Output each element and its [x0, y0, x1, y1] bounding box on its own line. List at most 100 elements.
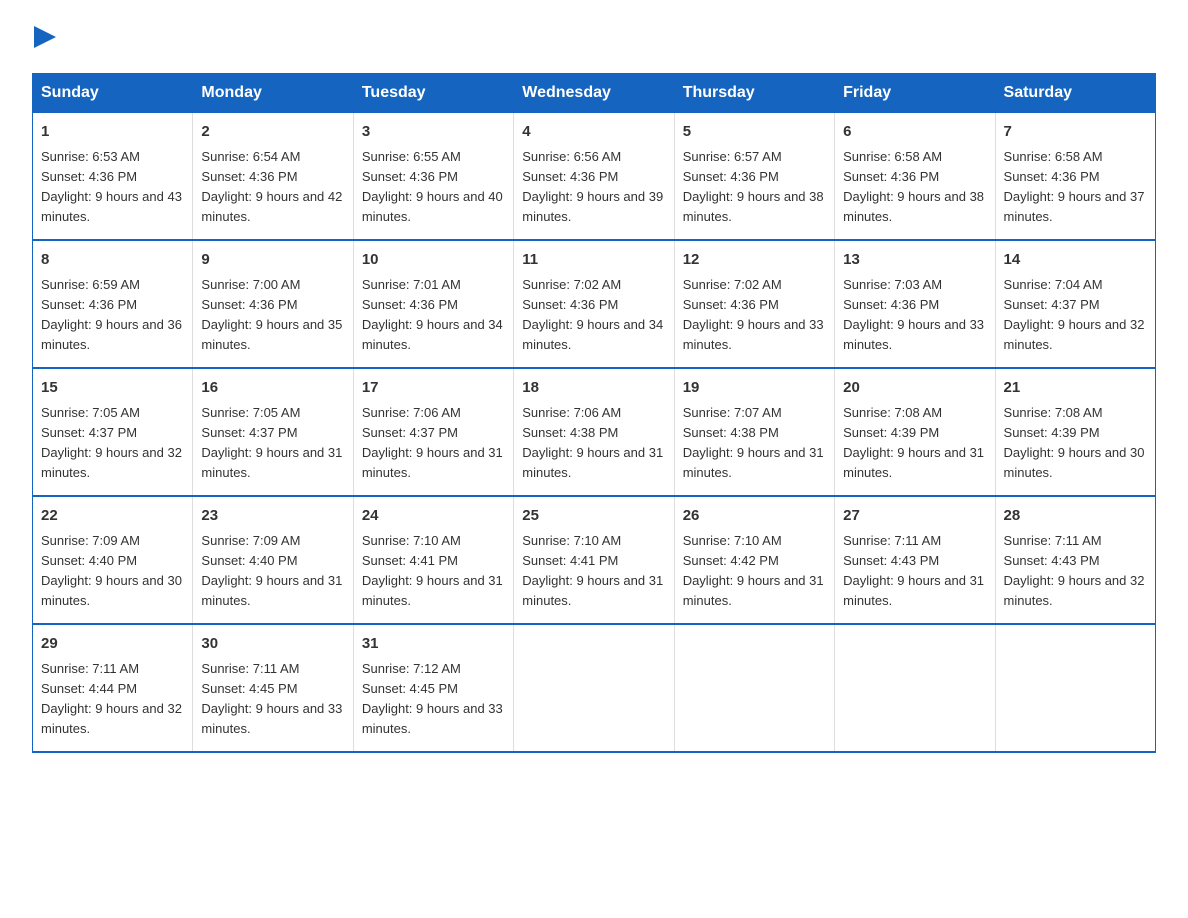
table-row: 30 Sunrise: 7:11 AMSunset: 4:45 PMDayligh… [193, 624, 353, 752]
table-row: 2 Sunrise: 6:54 AMSunset: 4:36 PMDaylight… [193, 113, 353, 241]
day-number: 24 [362, 505, 505, 528]
cell-detail: Sunrise: 7:05 AMSunset: 4:37 PMDaylight:… [41, 405, 182, 480]
table-row: 7 Sunrise: 6:58 AMSunset: 4:36 PMDaylight… [995, 113, 1155, 241]
col-tuesday: Tuesday [353, 74, 513, 113]
cell-detail: Sunrise: 7:06 AMSunset: 4:37 PMDaylight:… [362, 405, 503, 480]
day-number: 14 [1004, 249, 1147, 272]
day-number: 10 [362, 249, 505, 272]
day-number: 3 [362, 121, 505, 144]
cell-detail: Sunrise: 7:08 AMSunset: 4:39 PMDaylight:… [843, 405, 984, 480]
logo-arrow-icon [34, 24, 56, 50]
cell-detail: Sunrise: 7:11 AMSunset: 4:43 PMDaylight:… [843, 533, 984, 608]
table-row: 10 Sunrise: 7:01 AMSunset: 4:36 PMDayligh… [353, 240, 513, 368]
calendar-week-row: 15 Sunrise: 7:05 AMSunset: 4:37 PMDayligh… [33, 368, 1156, 496]
col-saturday: Saturday [995, 74, 1155, 113]
calendar-table: Sunday Monday Tuesday Wednesday Thursday… [32, 73, 1156, 753]
table-row: 19 Sunrise: 7:07 AMSunset: 4:38 PMDayligh… [674, 368, 834, 496]
table-row: 12 Sunrise: 7:02 AMSunset: 4:36 PMDayligh… [674, 240, 834, 368]
table-row [995, 624, 1155, 752]
day-number: 31 [362, 633, 505, 656]
table-row: 14 Sunrise: 7:04 AMSunset: 4:37 PMDayligh… [995, 240, 1155, 368]
cell-detail: Sunrise: 6:55 AMSunset: 4:36 PMDaylight:… [362, 149, 503, 224]
cell-detail: Sunrise: 7:12 AMSunset: 4:45 PMDaylight:… [362, 661, 503, 736]
table-row: 17 Sunrise: 7:06 AMSunset: 4:37 PMDayligh… [353, 368, 513, 496]
day-number: 25 [522, 505, 665, 528]
cell-detail: Sunrise: 7:11 AMSunset: 4:44 PMDaylight:… [41, 661, 182, 736]
table-row: 11 Sunrise: 7:02 AMSunset: 4:36 PMDayligh… [514, 240, 674, 368]
col-monday: Monday [193, 74, 353, 113]
cell-detail: Sunrise: 6:58 AMSunset: 4:36 PMDaylight:… [1004, 149, 1145, 224]
cell-detail: Sunrise: 6:54 AMSunset: 4:36 PMDaylight:… [201, 149, 342, 224]
day-number: 19 [683, 377, 826, 400]
cell-detail: Sunrise: 7:05 AMSunset: 4:37 PMDaylight:… [201, 405, 342, 480]
day-number: 15 [41, 377, 184, 400]
day-number: 5 [683, 121, 826, 144]
cell-detail: Sunrise: 7:07 AMSunset: 4:38 PMDaylight:… [683, 405, 824, 480]
cell-detail: Sunrise: 7:11 AMSunset: 4:43 PMDaylight:… [1004, 533, 1145, 608]
calendar-week-row: 22 Sunrise: 7:09 AMSunset: 4:40 PMDayligh… [33, 496, 1156, 624]
table-row [835, 624, 995, 752]
table-row: 4 Sunrise: 6:56 AMSunset: 4:36 PMDaylight… [514, 113, 674, 241]
table-row: 1 Sunrise: 6:53 AMSunset: 4:36 PMDaylight… [33, 113, 193, 241]
cell-detail: Sunrise: 6:59 AMSunset: 4:36 PMDaylight:… [41, 277, 182, 352]
calendar-week-row: 8Sunrise: 6:59 AMSunset: 4:36 PMDaylight… [33, 240, 1156, 368]
calendar-week-row: 1 Sunrise: 6:53 AMSunset: 4:36 PMDaylight… [33, 113, 1156, 241]
cell-detail: Sunrise: 7:11 AMSunset: 4:45 PMDaylight:… [201, 661, 342, 736]
day-number: 6 [843, 121, 986, 144]
cell-detail: Sunrise: 7:10 AMSunset: 4:41 PMDaylight:… [362, 533, 503, 608]
table-row: 22 Sunrise: 7:09 AMSunset: 4:40 PMDayligh… [33, 496, 193, 624]
table-row: 31 Sunrise: 7:12 AMSunset: 4:45 PMDayligh… [353, 624, 513, 752]
col-wednesday: Wednesday [514, 74, 674, 113]
cell-detail: Sunrise: 7:02 AMSunset: 4:36 PMDaylight:… [683, 277, 824, 352]
calendar-header-row: Sunday Monday Tuesday Wednesday Thursday… [33, 74, 1156, 113]
day-number: 23 [201, 505, 344, 528]
day-number: 2 [201, 121, 344, 144]
day-number: 26 [683, 505, 826, 528]
table-row: 13 Sunrise: 7:03 AMSunset: 4:36 PMDayligh… [835, 240, 995, 368]
table-row: 28 Sunrise: 7:11 AMSunset: 4:43 PMDayligh… [995, 496, 1155, 624]
table-row: 25Sunrise: 7:10 AMSunset: 4:41 PMDayligh… [514, 496, 674, 624]
logo [32, 24, 56, 55]
table-row: 23Sunrise: 7:09 AMSunset: 4:40 PMDayligh… [193, 496, 353, 624]
calendar-week-row: 29 Sunrise: 7:11 AMSunset: 4:44 PMDayligh… [33, 624, 1156, 752]
cell-detail: Sunrise: 7:02 AMSunset: 4:36 PMDaylight:… [522, 277, 663, 352]
cell-detail: Sunrise: 7:03 AMSunset: 4:36 PMDaylight:… [843, 277, 984, 352]
day-number: 28 [1004, 505, 1147, 528]
day-number: 13 [843, 249, 986, 272]
table-row: 3 Sunrise: 6:55 AMSunset: 4:36 PMDaylight… [353, 113, 513, 241]
day-number: 11 [522, 249, 665, 272]
cell-detail: Sunrise: 7:01 AMSunset: 4:36 PMDaylight:… [362, 277, 503, 352]
table-row: 26Sunrise: 7:10 AMSunset: 4:42 PMDayligh… [674, 496, 834, 624]
day-number: 1 [41, 121, 184, 144]
day-number: 20 [843, 377, 986, 400]
day-number: 29 [41, 633, 184, 656]
table-row: 15 Sunrise: 7:05 AMSunset: 4:37 PMDayligh… [33, 368, 193, 496]
cell-detail: Sunrise: 7:09 AMSunset: 4:40 PMDaylight:… [41, 533, 182, 608]
day-number: 21 [1004, 377, 1147, 400]
day-number: 7 [1004, 121, 1147, 144]
cell-detail: Sunrise: 6:53 AMSunset: 4:36 PMDaylight:… [41, 149, 182, 224]
table-row: 18Sunrise: 7:06 AMSunset: 4:38 PMDayligh… [514, 368, 674, 496]
table-row: 24 Sunrise: 7:10 AMSunset: 4:41 PMDayligh… [353, 496, 513, 624]
cell-detail: Sunrise: 7:00 AMSunset: 4:36 PMDaylight:… [201, 277, 342, 352]
cell-detail: Sunrise: 6:58 AMSunset: 4:36 PMDaylight:… [843, 149, 984, 224]
table-row: 9 Sunrise: 7:00 AMSunset: 4:36 PMDaylight… [193, 240, 353, 368]
table-row: 20 Sunrise: 7:08 AMSunset: 4:39 PMDayligh… [835, 368, 995, 496]
col-friday: Friday [835, 74, 995, 113]
table-row: 6 Sunrise: 6:58 AMSunset: 4:36 PMDaylight… [835, 113, 995, 241]
day-number: 12 [683, 249, 826, 272]
table-row [514, 624, 674, 752]
day-number: 27 [843, 505, 986, 528]
day-number: 4 [522, 121, 665, 144]
col-sunday: Sunday [33, 74, 193, 113]
cell-detail: Sunrise: 7:04 AMSunset: 4:37 PMDaylight:… [1004, 277, 1145, 352]
table-row: 21Sunrise: 7:08 AMSunset: 4:39 PMDayligh… [995, 368, 1155, 496]
cell-detail: Sunrise: 6:56 AMSunset: 4:36 PMDaylight:… [522, 149, 663, 224]
day-number: 22 [41, 505, 184, 528]
day-number: 17 [362, 377, 505, 400]
table-row: 5Sunrise: 6:57 AMSunset: 4:36 PMDaylight… [674, 113, 834, 241]
day-number: 9 [201, 249, 344, 272]
day-number: 30 [201, 633, 344, 656]
table-row: 27 Sunrise: 7:11 AMSunset: 4:43 PMDayligh… [835, 496, 995, 624]
table-row: 8Sunrise: 6:59 AMSunset: 4:36 PMDaylight… [33, 240, 193, 368]
